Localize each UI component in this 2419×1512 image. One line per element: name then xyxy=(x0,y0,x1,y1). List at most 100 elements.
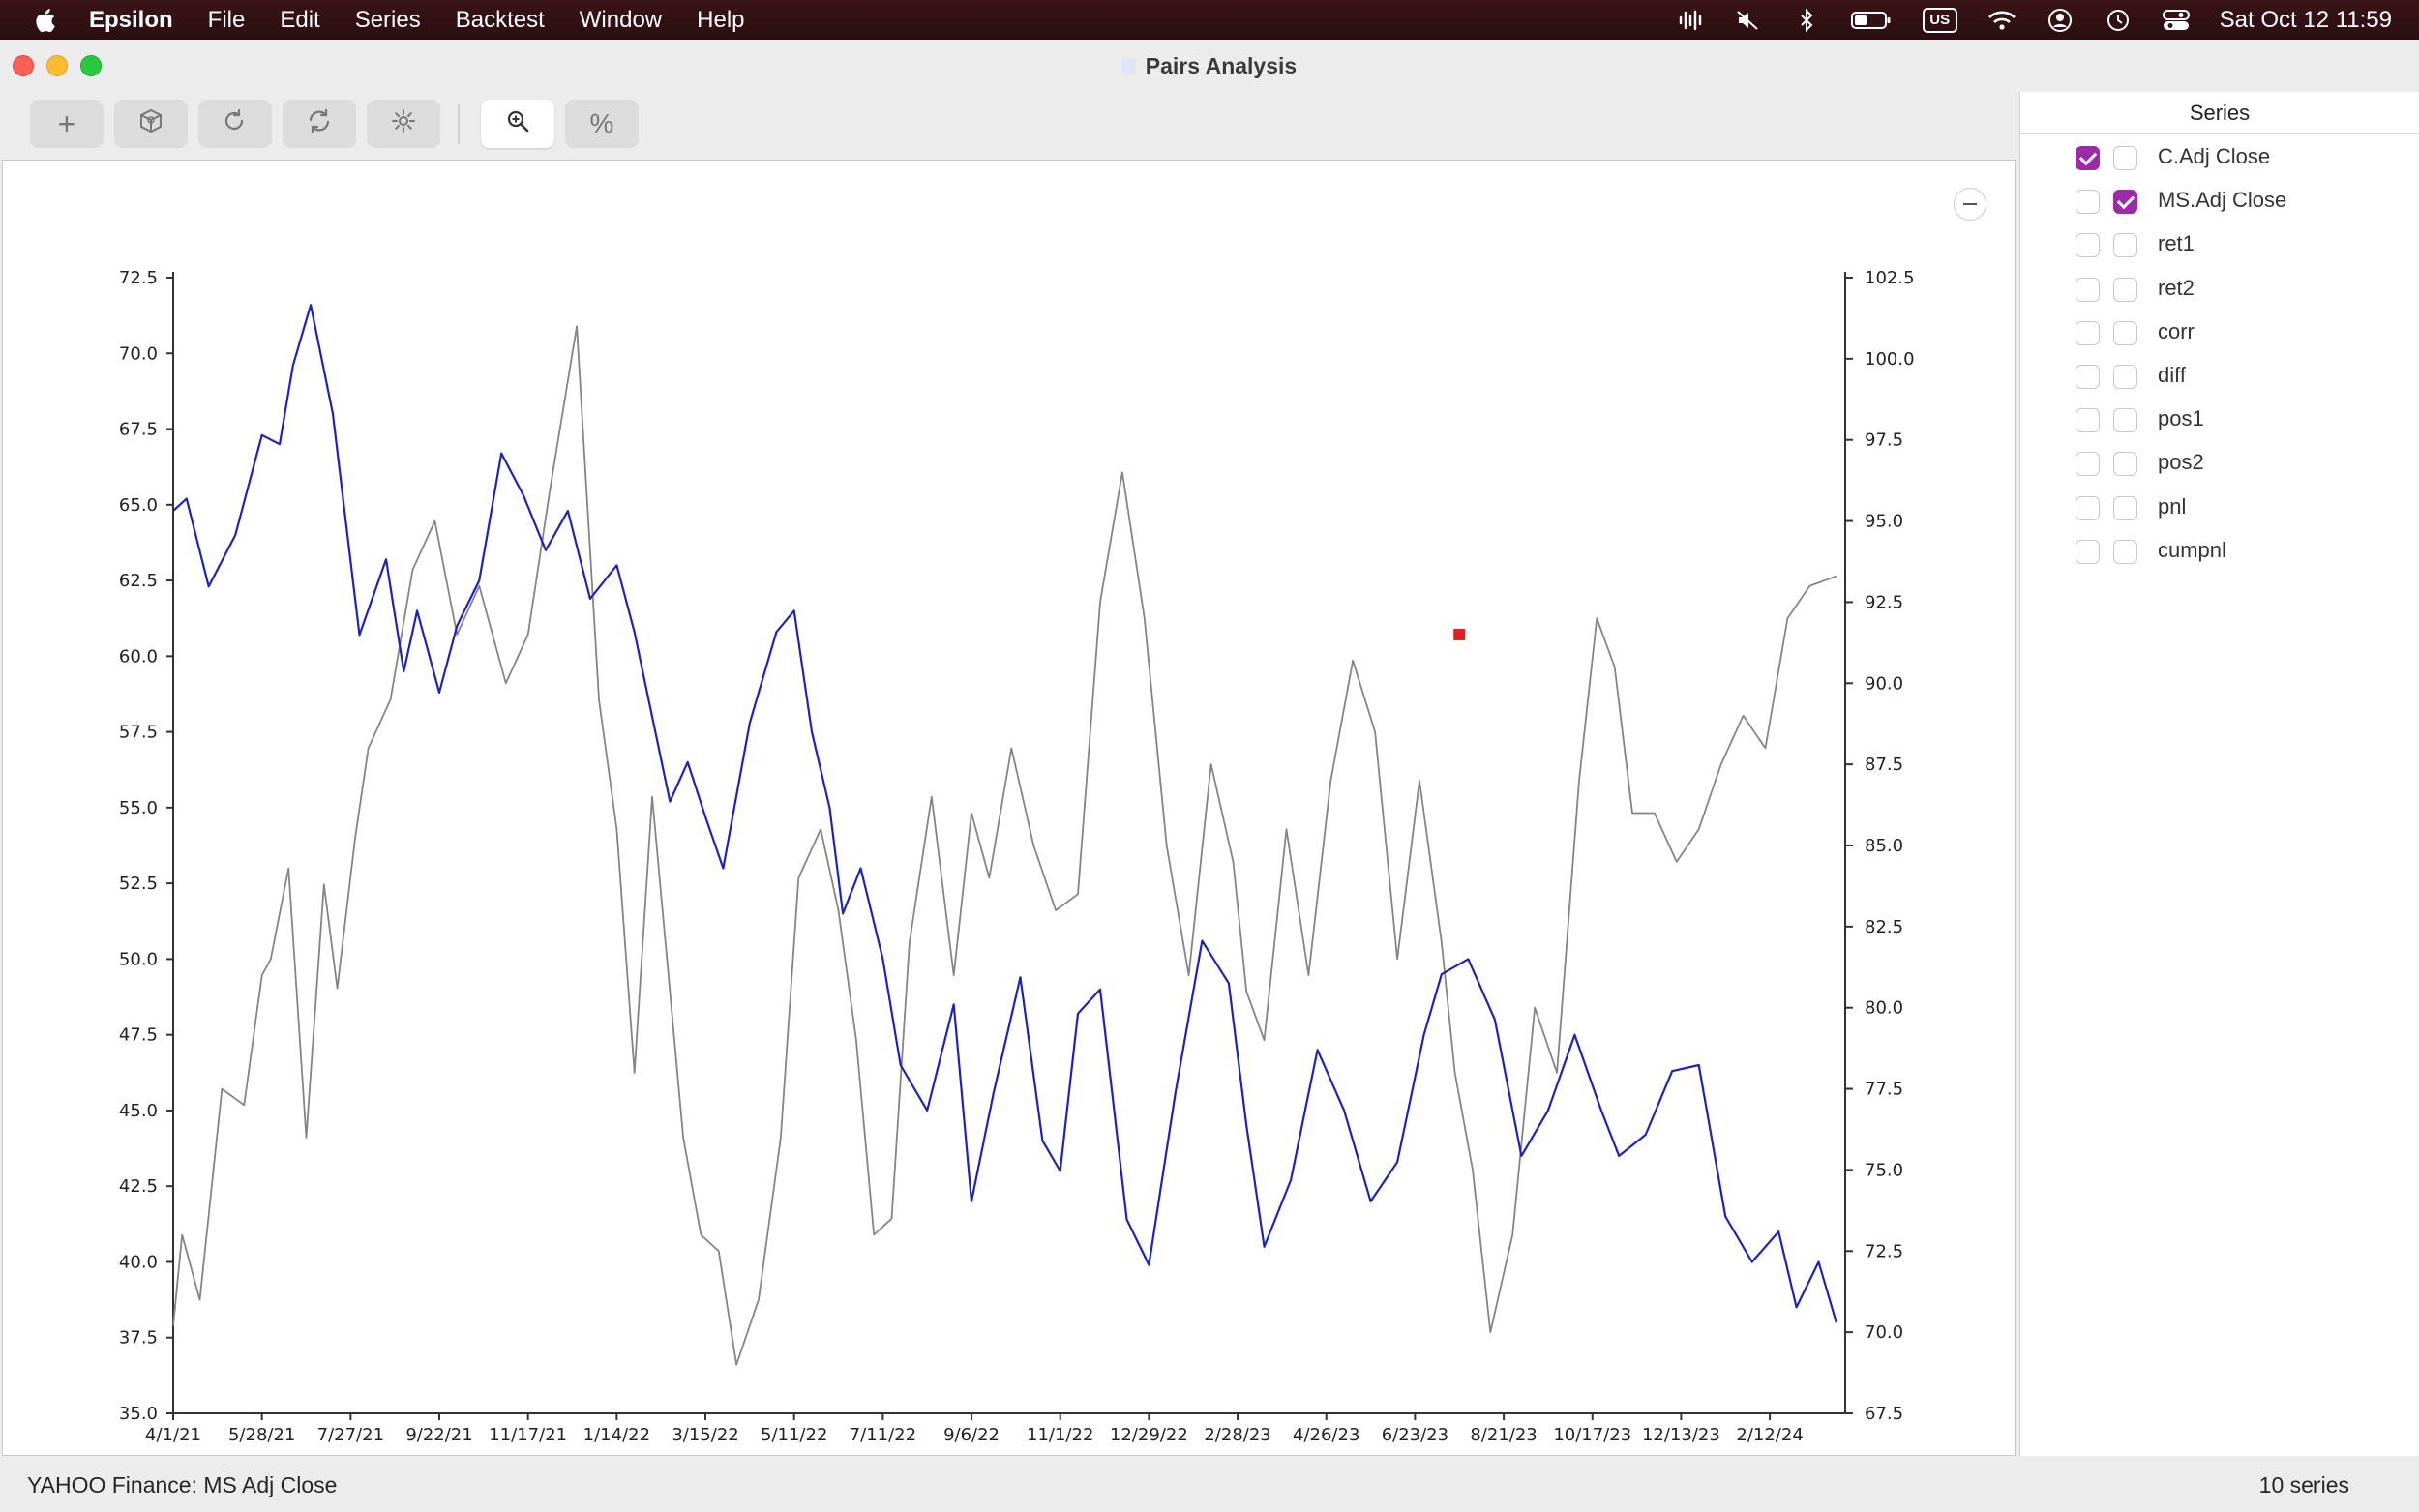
zoom-icon xyxy=(505,108,530,140)
series-row[interactable]: cumpnl xyxy=(2020,530,2419,574)
right-axis-checkbox[interactable] xyxy=(2113,190,2137,215)
right-y-tick-label: 82.5 xyxy=(1865,917,1903,937)
window-minimize-button[interactable] xyxy=(46,55,68,76)
time-machine-icon[interactable] xyxy=(2104,9,2133,32)
battery-icon[interactable] xyxy=(1850,9,1893,32)
series-row[interactable]: MS.Adj Close xyxy=(2020,180,2419,223)
left-axis-checkbox[interactable] xyxy=(2076,320,2100,345)
c-adj-close-series-line[interactable] xyxy=(172,304,1837,1323)
x-tick-label: 2/28/23 xyxy=(1204,1425,1270,1445)
left-axis-checkbox[interactable] xyxy=(2076,233,2100,258)
left-y-tick-label: 45.0 xyxy=(119,1101,158,1121)
x-tick-label: 10/17/23 xyxy=(1553,1425,1631,1445)
add-button[interactable]: + xyxy=(30,100,104,148)
x-tick-label: 11/1/22 xyxy=(1027,1425,1093,1445)
right-y-tick-label: 87.5 xyxy=(1865,755,1903,775)
series-row[interactable]: ret2 xyxy=(2020,268,2419,311)
collapse-chart-button[interactable] xyxy=(1954,188,1986,221)
menu-bar-clock[interactable]: Sat Oct 12 11:59 xyxy=(2220,7,2392,34)
pairs-chart[interactable]: 35.0 37.5 40.0 42.5 45.0 47.5 50.0 52.5 55.0 57.5… xyxy=(3,161,2016,1457)
toolbar-separator xyxy=(458,104,460,144)
status-bar: YAHOO Finance: MS Adj Close 10 series xyxy=(0,1458,2419,1512)
title-bar[interactable]: Pairs Analysis xyxy=(0,40,2419,92)
audio-waveform-icon[interactable] xyxy=(1676,9,1705,32)
series-label: pos2 xyxy=(2158,450,2204,475)
left-y-tick-label: 42.5 xyxy=(119,1176,158,1197)
series-row[interactable]: diff xyxy=(2020,355,2419,399)
left-axis-checkbox[interactable] xyxy=(2076,190,2100,215)
app-window: Pairs Analysis + % 35.0 37.5 40.0 42.5 4… xyxy=(0,40,2419,1512)
left-axis-checkbox[interactable] xyxy=(2076,146,2100,170)
right-axis-checkbox[interactable] xyxy=(2113,539,2137,564)
right-axis-checkbox[interactable] xyxy=(2113,365,2137,389)
x-tick-label: 12/13/23 xyxy=(1642,1425,1720,1445)
right-axis-checkbox[interactable] xyxy=(2113,277,2137,302)
right-y-tick-label: 72.5 xyxy=(1865,1241,1903,1261)
menu-edit[interactable]: Edit xyxy=(280,7,319,34)
left-y-tick-label: 35.0 xyxy=(119,1404,158,1424)
control-center-icon[interactable] xyxy=(2162,9,2191,32)
minus-icon xyxy=(1963,203,1977,205)
left-axis-checkbox[interactable] xyxy=(2076,408,2100,433)
selected-point-marker[interactable] xyxy=(1453,628,1466,640)
menu-series[interactable]: Series xyxy=(355,7,421,34)
settings-button[interactable] xyxy=(367,100,440,148)
speaker-muted-icon[interactable] xyxy=(1734,9,1763,32)
left-y-tick-label: 60.0 xyxy=(119,646,158,667)
status-series-count: 10 series xyxy=(2258,1471,2349,1497)
zoom-button[interactable] xyxy=(481,100,554,148)
menu-window[interactable]: Window xyxy=(580,7,662,34)
left-y-tick-label: 65.0 xyxy=(119,495,158,516)
cube-icon xyxy=(138,108,164,140)
x-tick-label: 4/26/23 xyxy=(1293,1425,1359,1445)
window-zoom-button[interactable] xyxy=(80,55,102,76)
menu-bar-status-area: US Sat Oct 12 11:59 xyxy=(1676,0,2392,40)
right-y-tick-label: 90.0 xyxy=(1865,673,1903,694)
menu-file[interactable]: File xyxy=(208,7,246,34)
left-axis-checkbox[interactable] xyxy=(2076,452,2100,477)
series-row[interactable]: ret1 xyxy=(2020,223,2419,267)
chart-panel[interactable]: 35.0 37.5 40.0 42.5 45.0 47.5 50.0 52.5 55.0 57.5… xyxy=(2,160,2016,1456)
apple-icon[interactable] xyxy=(31,6,60,35)
percent-button[interactable]: % xyxy=(565,100,639,148)
series-row[interactable]: pnl xyxy=(2020,487,2419,530)
x-tick-label: 11/17/21 xyxy=(489,1425,567,1445)
x-tick-label: 1/14/22 xyxy=(583,1425,650,1445)
right-axis-checkbox[interactable] xyxy=(2113,320,2137,345)
x-tick-label: 12/29/22 xyxy=(1110,1425,1188,1445)
left-axis-checkbox[interactable] xyxy=(2076,365,2100,389)
x-tick-label: 3/15/22 xyxy=(672,1425,738,1445)
refresh-button[interactable] xyxy=(283,100,356,148)
bluetooth-icon[interactable] xyxy=(1792,8,1821,32)
user-account-icon[interactable] xyxy=(2046,8,2075,32)
right-y-tick-label: 97.5 xyxy=(1865,430,1903,451)
menu-backtest[interactable]: Backtest xyxy=(456,7,545,34)
right-y-tick-label: 92.5 xyxy=(1865,592,1903,612)
right-axis-checkbox[interactable] xyxy=(2113,146,2137,170)
percent-icon: % xyxy=(589,108,614,138)
gear-icon xyxy=(391,108,416,140)
left-axis-checkbox[interactable] xyxy=(2076,277,2100,302)
input-source-icon[interactable]: US xyxy=(1922,7,1958,33)
series-row[interactable]: pos1 xyxy=(2020,399,2419,442)
right-y-tick-label: 80.0 xyxy=(1865,998,1903,1019)
ms-adj-close-series-line[interactable] xyxy=(172,325,1837,1366)
menu-help[interactable]: Help xyxy=(697,7,744,34)
series-row[interactable]: corr xyxy=(2020,311,2419,355)
right-axis-checkbox[interactable] xyxy=(2113,233,2137,258)
menu-app-name[interactable]: Epsilon xyxy=(89,7,173,34)
series-row[interactable]: C.Adj Close xyxy=(2020,136,2419,180)
redo-button[interactable] xyxy=(198,100,272,148)
model-button[interactable] xyxy=(114,100,188,148)
plus-icon: + xyxy=(57,105,76,141)
right-axis-checkbox[interactable] xyxy=(2113,495,2137,520)
left-axis-checkbox[interactable] xyxy=(2076,495,2100,520)
right-axis-checkbox[interactable] xyxy=(2113,452,2137,477)
x-tick-label: 9/22/21 xyxy=(405,1425,472,1445)
window-close-button[interactable] xyxy=(13,55,34,76)
series-label: C.Adj Close xyxy=(2158,144,2271,168)
left-axis-checkbox[interactable] xyxy=(2076,539,2100,564)
wifi-icon[interactable] xyxy=(1987,9,2016,32)
right-axis-checkbox[interactable] xyxy=(2113,408,2137,433)
series-row[interactable]: pos2 xyxy=(2020,442,2419,486)
